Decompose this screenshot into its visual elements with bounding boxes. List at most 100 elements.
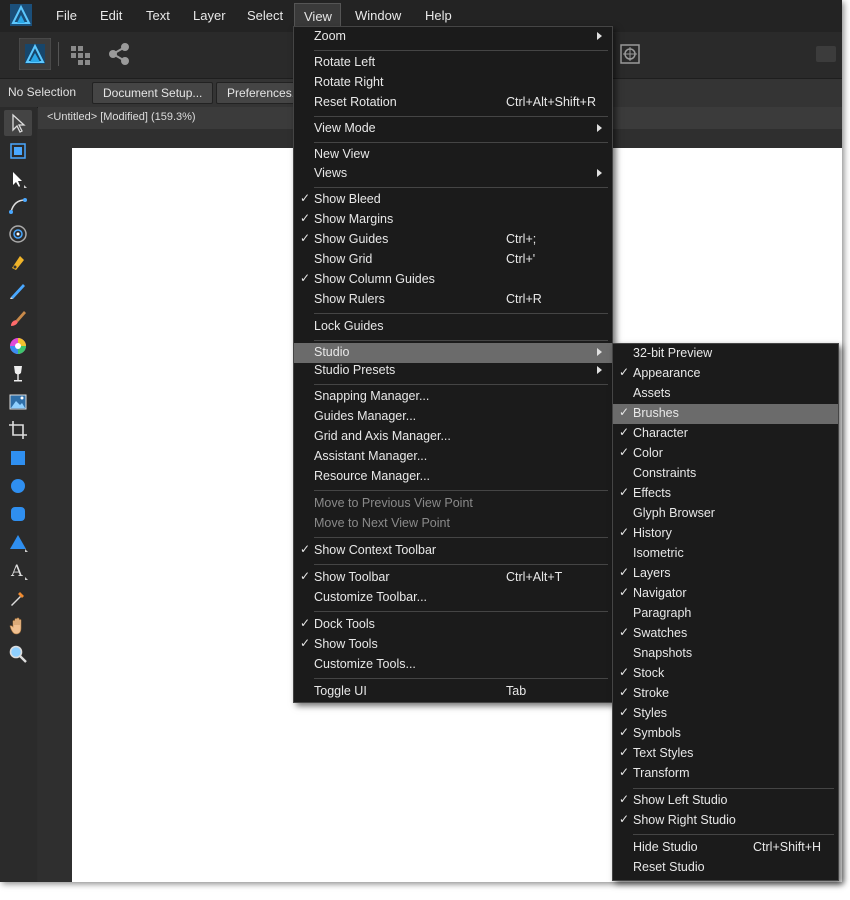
menu-item-snapping-manager[interactable]: Snapping Manager... <box>294 387 612 407</box>
crop-tool-icon[interactable] <box>8 420 28 440</box>
menu-item-character[interactable]: ✓ Character <box>613 424 838 444</box>
menu-item-constraints[interactable]: Constraints <box>613 464 838 484</box>
menu-item-reset-rotation[interactable]: Reset Rotation Ctrl+Alt+Shift+R <box>294 93 612 113</box>
menu-item-snapshots[interactable]: Snapshots <box>613 644 838 664</box>
share-icon[interactable] <box>103 38 135 70</box>
menu-item-show-grid[interactable]: Show Grid Ctrl+' <box>294 250 612 270</box>
menu-item-assets[interactable]: Assets <box>613 384 838 404</box>
menu-help[interactable]: Help <box>425 8 452 23</box>
menu-item-32bit-preview[interactable]: 32-bit Preview <box>613 344 838 364</box>
picture-frame-icon[interactable] <box>8 392 28 412</box>
menu-item-show-bleed[interactable]: ✓ Show Bleed <box>294 190 612 210</box>
menu-item-lock-guides[interactable]: Lock Guides <box>294 317 612 337</box>
menu-item-styles[interactable]: ✓ Styles <box>613 704 838 724</box>
menu-item-appearance[interactable]: ✓ Appearance <box>613 364 838 384</box>
menu-item-customize-tools[interactable]: Customize Tools... <box>294 655 612 675</box>
brush-tool-icon[interactable] <box>8 308 28 328</box>
menu-item-studio-presets[interactable]: Studio Presets <box>294 361 612 381</box>
menu-item-glyph-browser[interactable]: Glyph Browser <box>613 504 838 524</box>
menu-window[interactable]: Window <box>355 8 401 23</box>
wine-glass-icon[interactable] <box>8 364 28 384</box>
menu-item-show-context-toolbar[interactable]: ✓ Show Context Toolbar <box>294 541 612 561</box>
menu-item-swatches[interactable]: ✓ Swatches <box>613 624 838 644</box>
menu-item-symbols[interactable]: ✓ Symbols <box>613 724 838 744</box>
view-menu: Zoom Rotate Left Rotate Right Reset Rota… <box>293 26 613 703</box>
menu-item-text-styles[interactable]: ✓ Text Styles <box>613 744 838 764</box>
menu-item-zoom[interactable]: Zoom <box>294 27 612 47</box>
eyedropper-tool-icon[interactable] <box>8 588 28 608</box>
menu-item-color[interactable]: ✓ Color <box>613 444 838 464</box>
artboard-tool-icon[interactable] <box>8 141 28 161</box>
pixel-persona-icon[interactable] <box>64 38 96 70</box>
ellipse-tool-icon[interactable] <box>8 476 28 496</box>
rectangle-tool-icon[interactable] <box>8 448 28 468</box>
menu-item-move-previous-view-point: Move to Previous View Point <box>314 496 473 510</box>
checkmark-icon: ✓ <box>619 585 630 599</box>
menu-item-assistant-manager[interactable]: Assistant Manager... <box>294 447 612 467</box>
menu-item-paragraph[interactable]: Paragraph <box>613 604 838 624</box>
hand-tool-icon[interactable] <box>8 616 28 636</box>
menu-item-stroke[interactable]: ✓ Stroke <box>613 684 838 704</box>
menu-item-customize-toolbar[interactable]: Customize Toolbar... <box>294 588 612 608</box>
designer-persona-icon[interactable] <box>19 38 51 70</box>
menu-item-navigator[interactable]: ✓ Navigator <box>613 584 838 604</box>
menu-item-show-margins[interactable]: ✓ Show Margins <box>294 210 612 230</box>
chevron-right-icon <box>597 124 602 132</box>
menu-edit[interactable]: Edit <box>100 8 122 23</box>
document-tab[interactable]: <Untitled> [Modified] (159.3%) <box>47 111 196 123</box>
menu-item-resource-manager[interactable]: Resource Manager... <box>294 467 612 487</box>
triangle-tool-icon[interactable] <box>8 532 28 552</box>
checkmark-icon: ✓ <box>619 445 630 459</box>
menu-item-layers[interactable]: ✓ Layers <box>613 564 838 584</box>
menu-item-view-mode[interactable]: View Mode <box>294 119 612 139</box>
menu-item-move-next-view-point: Move to Next View Point <box>314 516 450 530</box>
selection-status: No Selection <box>8 85 77 99</box>
move-tool-icon[interactable] <box>8 113 28 133</box>
menu-item-grid-axis-manager[interactable]: Grid and Axis Manager... <box>294 427 612 447</box>
chevron-right-icon <box>597 169 602 177</box>
document-setup-button[interactable]: Document Setup... <box>92 82 214 104</box>
studio-toggle-icon[interactable] <box>810 38 842 70</box>
menu-item-show-tools[interactable]: ✓ Show Tools <box>294 635 612 655</box>
pencil-tool-icon[interactable] <box>8 280 28 300</box>
corner-tool-icon[interactable] <box>8 196 28 216</box>
menu-text[interactable]: Text <box>146 8 170 23</box>
menu-item-show-column-guides[interactable]: ✓ Show Column Guides <box>294 270 612 290</box>
menu-item-dock-tools[interactable]: ✓ Dock Tools <box>294 615 612 635</box>
svg-text:A: A <box>10 561 23 580</box>
menu-file[interactable]: File <box>56 8 77 23</box>
menu-item-toggle-ui[interactable]: Toggle UI Tab <box>294 682 612 702</box>
menu-select[interactable]: Select <box>247 8 283 23</box>
menu-item-stock[interactable]: ✓ Stock <box>613 664 838 684</box>
checkmark-icon: ✓ <box>619 725 630 739</box>
menu-item-rotate-left[interactable]: Rotate Left <box>294 53 612 73</box>
affinity-logo-icon[interactable] <box>10 4 32 26</box>
menu-item-views[interactable]: Views <box>294 164 612 184</box>
node-tool-icon[interactable] <box>8 169 28 189</box>
target-icon[interactable] <box>8 224 28 244</box>
menu-item-effects[interactable]: ✓ Effects <box>613 484 838 504</box>
menu-item-brushes[interactable]: ✓ Brushes <box>613 404 838 424</box>
menu-item-studio[interactable]: Studio <box>294 343 612 363</box>
checkmark-icon: ✓ <box>619 705 630 719</box>
menu-layer[interactable]: Layer <box>193 8 226 23</box>
menu-item-show-rulers[interactable]: Show Rulers Ctrl+R <box>294 290 612 310</box>
menu-item-new-view[interactable]: New View <box>294 145 612 165</box>
snapping-icon[interactable] <box>614 38 646 70</box>
menu-item-transform[interactable]: ✓ Transform <box>613 764 838 784</box>
rounded-rectangle-tool-icon[interactable] <box>8 504 28 524</box>
menu-item-hide-studio[interactable]: Hide Studio Ctrl+Shift+H <box>613 838 838 858</box>
color-picker-wheel-icon[interactable] <box>8 336 28 356</box>
menu-item-show-guides[interactable]: ✓ Show Guides Ctrl+; <box>294 230 612 250</box>
menu-item-reset-studio[interactable]: Reset Studio <box>613 858 838 878</box>
menu-item-history[interactable]: ✓ History <box>613 524 838 544</box>
pen-tool-icon[interactable] <box>8 252 28 272</box>
menu-item-isometric[interactable]: Isometric <box>613 544 838 564</box>
menu-item-show-left-studio[interactable]: ✓ Show Left Studio <box>613 791 838 811</box>
menu-item-guides-manager[interactable]: Guides Manager... <box>294 407 612 427</box>
menu-item-show-right-studio[interactable]: ✓ Show Right Studio <box>613 811 838 831</box>
zoom-tool-icon[interactable] <box>8 644 28 664</box>
text-tool-icon[interactable]: A <box>8 560 28 580</box>
menu-item-rotate-right[interactable]: Rotate Right <box>294 73 612 93</box>
menu-item-show-toolbar[interactable]: ✓ Show Toolbar Ctrl+Alt+T <box>294 568 612 588</box>
